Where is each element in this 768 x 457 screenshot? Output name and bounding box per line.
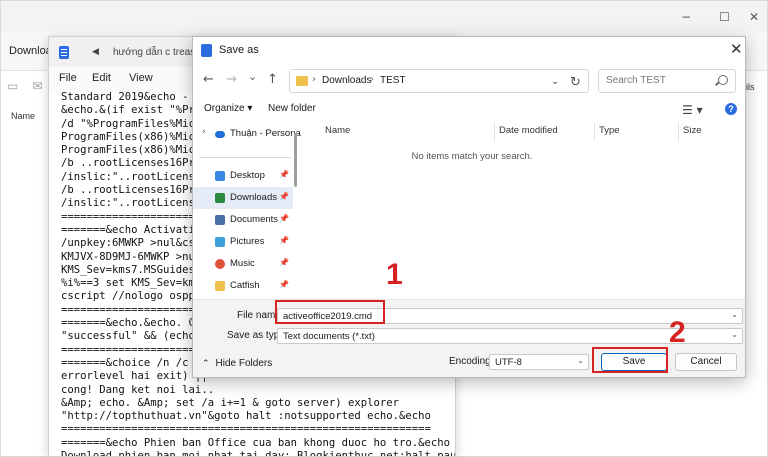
column-separator[interactable] [494, 123, 495, 141]
nav-item-label: Pictures [230, 236, 265, 247]
save-as-dialog: Save as ✕ ← → ⌄ ↑ › Downloads › TEST ⌄ ↻… [192, 36, 746, 378]
expand-icon[interactable]: › [202, 127, 206, 137]
chevron-down-icon[interactable]: ⌄ [577, 356, 584, 365]
pin-icon: 📌 [279, 280, 289, 289]
encoding-select[interactable]: UTF-8 ⌄ [489, 354, 589, 370]
tab-scroll-left-icon[interactable]: ◀ [92, 47, 99, 57]
notepad-tab[interactable]: hướng dẫn c [113, 47, 170, 58]
breadcrumb-downloads[interactable]: Downloads [322, 75, 371, 86]
menu-view[interactable]: View [129, 72, 153, 84]
pin-icon: 📌 [279, 258, 289, 267]
back-arrow-icon[interactable]: ← [203, 72, 214, 87]
encoding-label: Encoding: [449, 356, 494, 367]
nav-item-label: Thuận - Persona [230, 128, 301, 139]
explorer-titlebar: − ☐ ✕ [1, 1, 767, 31]
save-type-value: Text documents (*.txt) [283, 331, 375, 342]
cloud-icon [215, 131, 225, 138]
column-header-type[interactable]: Type [599, 125, 620, 136]
nav-item-desktop[interactable]: Desktop 📌 [193, 165, 293, 187]
search-placeholder: Search TEST [606, 75, 666, 86]
dialog-title: Save as [219, 44, 259, 56]
breadcrumb-separator: › [312, 74, 316, 85]
desktop-icon [215, 171, 225, 181]
menu-edit[interactable]: Edit [92, 72, 111, 84]
annotation-box-filename [275, 300, 385, 324]
search-input[interactable]: Search TEST [598, 69, 736, 93]
text-line: cong! Dang ket noi lai.. [61, 383, 215, 396]
text-line: Download phien ban moi nhat tai day: Blo… [61, 450, 456, 457]
pictures-icon [215, 237, 225, 247]
music-icon [215, 259, 225, 269]
breadcrumb-test[interactable]: TEST [380, 75, 406, 86]
help-icon[interactable]: ? [725, 103, 737, 115]
empty-message: No items match your search. [411, 151, 533, 162]
explorer-name-header: Name [11, 111, 36, 121]
column-header-name[interactable]: Name [325, 125, 350, 136]
maximize-icon[interactable]: ☐ [719, 10, 730, 24]
pin-icon: 📌 [279, 236, 289, 245]
explorer-details-label: ils [746, 82, 755, 92]
chevron-up-icon: ⌃ [202, 359, 210, 369]
annotation-box-save [592, 347, 668, 373]
file-list[interactable]: Name Date modified Type Size No items ma… [299, 123, 745, 299]
hide-folders-button[interactable]: ⌃ Hide Folders [202, 358, 272, 369]
text-line: &Amp; echo. &Amp; set /a i+=1 & goto ser… [61, 396, 400, 409]
column-separator[interactable] [594, 123, 595, 141]
navigation-pane: › Thuận - Persona Desktop 📌 Downloads 📌 … [193, 123, 301, 299]
text-line: "http://topthuthuat.vn"&goto halt :notsu… [61, 410, 431, 423]
chevron-down-icon[interactable]: ⌄ [731, 310, 738, 319]
folder-icon [215, 281, 225, 291]
annotation-number-1: 1 [386, 258, 403, 291]
dialog-titlebar: Save as ✕ [193, 37, 745, 65]
nav-item-downloads[interactable]: Downloads 📌 [193, 187, 293, 209]
pin-icon: 📌 [279, 170, 289, 179]
text-line: =======&echo Phien ban Office cua ban kh… [61, 436, 451, 449]
nav-item-catfish[interactable]: Catfish 📌 [193, 275, 293, 297]
notepad-file-icon [59, 46, 69, 59]
column-separator[interactable] [678, 123, 679, 141]
breadcrumb-separator: › [370, 74, 374, 85]
refresh-icon[interactable]: ↻ [570, 75, 581, 90]
organize-button[interactable]: Organize ▾ [204, 103, 252, 114]
text-line: ========================================… [61, 423, 431, 436]
pin-icon: 📌 [279, 192, 289, 201]
nav-item-label: Downloads [230, 192, 277, 203]
nav-item-label: Documents [230, 214, 279, 225]
view-options-icon[interactable]: ☰ ▾ [682, 103, 703, 117]
nav-item-label: Desktop [230, 170, 265, 181]
encoding-value: UTF-8 [495, 357, 522, 368]
minimize-icon[interactable]: − [681, 10, 691, 24]
nav-item-label: Catfish [230, 280, 260, 291]
recent-locations-icon[interactable]: ⌄ [248, 70, 257, 83]
annotation-number-2: 2 [669, 316, 686, 349]
close-icon[interactable]: ✕ [749, 10, 759, 24]
nav-item-documents[interactable]: Documents 📌 [193, 209, 293, 231]
pin-icon: 📌 [279, 214, 289, 223]
hide-folders-label: Hide Folders [215, 358, 273, 369]
column-header-size[interactable]: Size [683, 125, 701, 136]
documents-icon [215, 215, 225, 225]
close-icon[interactable]: ✕ [730, 40, 743, 58]
up-arrow-icon[interactable]: ↑ [267, 72, 278, 87]
nav-divider [199, 157, 291, 158]
nav-item-label: Music [230, 258, 255, 269]
menu-file[interactable]: File [59, 72, 77, 84]
nav-item-onedrive[interactable]: › Thuận - Persona [193, 123, 301, 145]
command-bar: Organize ▾ New folder ☰ ▾ ? [193, 97, 745, 123]
nav-pane-scrollbar[interactable] [294, 133, 297, 187]
chevron-down-icon[interactable]: ⌄ [731, 330, 738, 339]
notepad-app-icon [201, 44, 212, 57]
forward-arrow-icon[interactable]: → [226, 72, 237, 87]
new-folder-button[interactable]: New folder [268, 103, 316, 114]
cancel-button[interactable]: Cancel [675, 353, 737, 371]
search-icon [718, 75, 728, 85]
chevron-down-icon[interactable]: ⌄ [551, 76, 559, 87]
folder-icon [296, 76, 308, 86]
breadcrumb[interactable]: › Downloads › TEST [289, 69, 589, 93]
nav-item-music[interactable]: Music 📌 [193, 253, 293, 275]
nav-item-pictures[interactable]: Pictures 📌 [193, 231, 293, 253]
download-icon [215, 193, 225, 203]
column-header-date[interactable]: Date modified [499, 125, 558, 136]
